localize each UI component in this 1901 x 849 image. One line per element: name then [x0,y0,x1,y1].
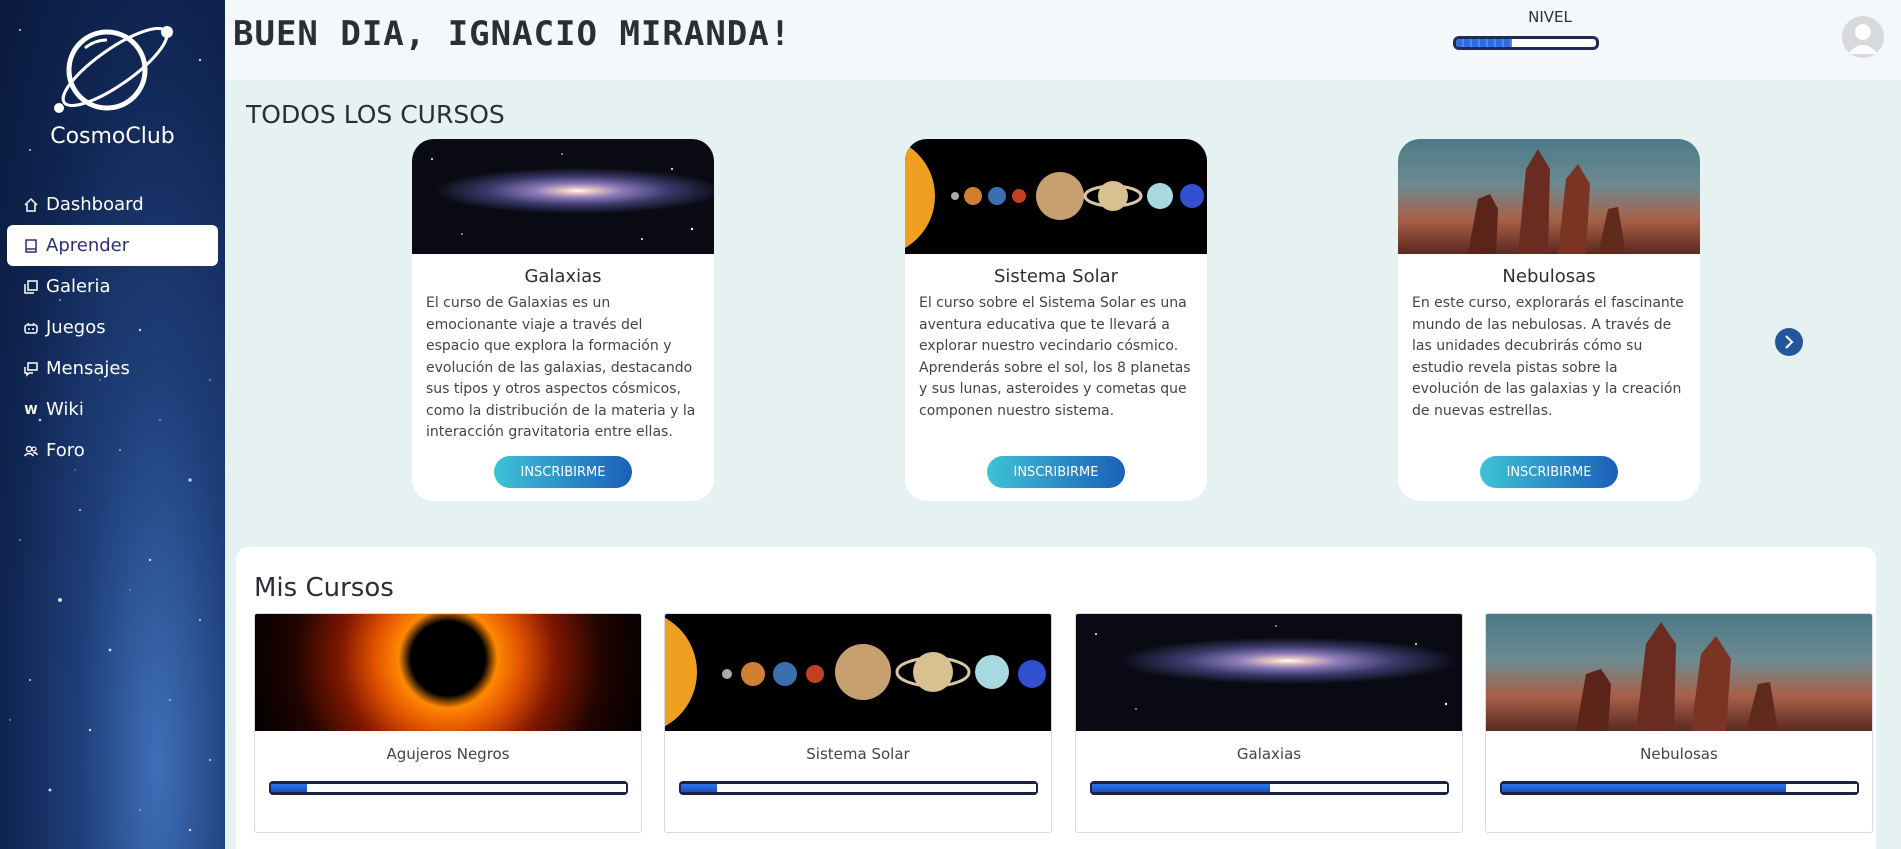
course-title: Nebulosas [1502,266,1596,287]
cosmoclub-logo [54,26,173,113]
my-course-title: Galaxias [1236,745,1302,763]
my-course-card-nebulosas[interactable]: Nebulosas [1485,613,1873,833]
gallery-icon [22,278,40,296]
sidebar-item-label: Aprender [46,235,130,256]
level-progress-bar [1453,36,1599,50]
my-course-title: Nebulosas [1640,745,1718,763]
solar-system-image [665,614,1051,731]
galaxy-image [1076,614,1462,731]
black-hole-image [255,614,641,731]
course-description: En este curso, explorarás el fascinante … [1412,295,1684,419]
sidebar-item-label: Mensajes [46,358,130,379]
all-courses-title: TODOS LOS CURSOS [246,100,505,129]
course-progress-fill [271,784,307,792]
course-title: Galaxias [524,266,602,287]
chat-icon [22,360,40,378]
course-progress-fill [1502,784,1786,792]
course-progress-fill [1092,784,1270,792]
book-icon [22,237,40,255]
level-progress-fill [1456,39,1512,47]
sidebar-item-label: Dashboard [46,194,144,215]
sidebar-item-galeria[interactable]: Galeria [7,266,218,307]
top-header: BUEN DIA, IGNACIO MIRANDA! NIVEL [225,0,1901,80]
sidebar-item-dashboard[interactable]: Dashboard [7,184,218,225]
course-card-sistema-solar: Sistema Solar El curso sobre el Sistema … [905,139,1207,501]
user-avatar-icon [1848,24,1878,54]
sidebar-nav: Dashboard Aprender Galeria Juegos Mensaj… [7,184,218,471]
galaxy-image [412,139,714,254]
solar-system-image [905,139,1207,254]
my-course-card-sistema-solar[interactable]: Sistema Solar [664,613,1052,833]
gamepad-icon [22,319,40,337]
enroll-button[interactable]: INSCRIBIRME [494,456,632,488]
sidebar-item-aprender[interactable]: Aprender [7,225,218,266]
sidebar-item-mensajes[interactable]: Mensajes [7,348,218,389]
my-course-title: Agujeros Negros [386,745,510,763]
users-icon [22,442,40,460]
level-label: NIVEL [1528,8,1572,26]
course-description: El curso de Galaxias es un emocionante v… [426,295,696,440]
nebula-image [1398,139,1700,254]
course-title: Sistema Solar [993,266,1119,287]
enroll-button[interactable]: INSCRIBIRME [987,456,1125,488]
greeting-title: BUEN DIA, IGNACIO MIRANDA! [233,14,792,54]
course-progress-bar [679,781,1038,795]
sidebar-item-label: Wiki [46,399,84,420]
my-course-title: Sistema Solar [806,745,910,763]
my-courses-title: Mis Cursos [254,573,394,603]
course-progress-bar [269,781,628,795]
brand-name: CosmoClub [50,124,175,149]
chevron-right-icon [1785,335,1794,349]
my-course-card-agujeros-negros[interactable]: Agujeros Negros [254,613,642,833]
wiki-icon: W [24,402,38,417]
my-course-card-galaxias[interactable]: Galaxias [1075,613,1463,833]
nebula-image [1486,614,1872,731]
course-progress-bar [1500,781,1859,795]
sidebar-item-wiki[interactable]: W Wiki [7,389,218,430]
home-icon [22,196,40,214]
course-progress-bar [1090,781,1449,795]
course-card-galaxias: Galaxias El curso de Galaxias es un emoc… [412,139,714,501]
course-progress-fill [681,784,717,792]
carousel-next-button[interactable] [1775,328,1803,356]
avatar[interactable] [1842,16,1884,58]
course-description: El curso sobre el Sistema Solar es una a… [919,295,1191,419]
sidebar-item-label: Foro [46,440,85,461]
sidebar-item-juegos[interactable]: Juegos [7,307,218,348]
sidebar-item-label: Juegos [46,317,106,338]
enroll-button[interactable]: INSCRIBIRME [1480,456,1618,488]
course-card-nebulosas: Nebulosas En este curso, explorarás el f… [1398,139,1700,501]
sidebar-item-label: Galeria [46,276,111,297]
sidebar: CosmoClub Dashboard Aprender Galeria Jue… [0,0,225,849]
sidebar-item-foro[interactable]: Foro [7,430,218,471]
